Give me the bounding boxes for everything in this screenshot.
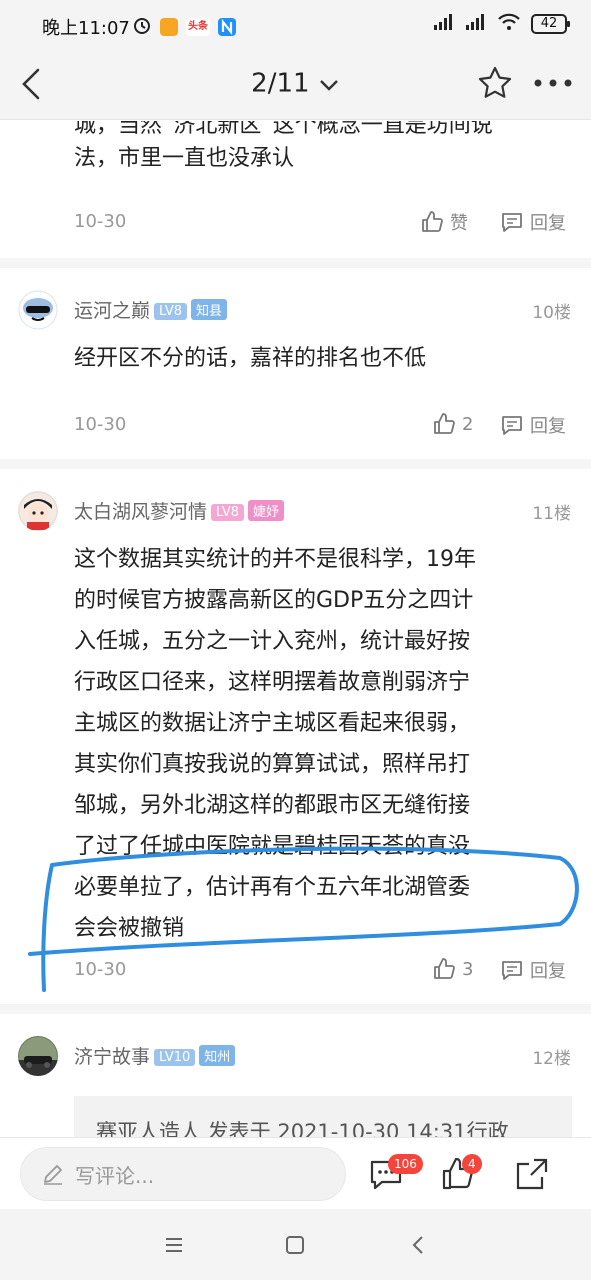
quoted-post[interactable]: 赛亚人造人 发表于 2021-10-30 14:31行政: [74, 1096, 572, 1137]
home-button[interactable]: [284, 1234, 306, 1256]
comment-list[interactable]: 城，当然“济北新区”这个概念一直是坊间说 法，市里一直也没承认 10-30 赞 …: [0, 121, 591, 1137]
level-badge: LV8: [154, 303, 187, 320]
list-item: 运河之巅 LV8 知县 10楼 经开区不分的话，嘉祥的排名也不低 10-30 2 回…: [0, 268, 591, 469]
comment-count-badge: 106: [388, 1154, 423, 1174]
like-button[interactable]: 3: [432, 957, 473, 981]
toutiao-app-icon: 头条: [186, 18, 210, 36]
reply-button[interactable]: 回复: [500, 209, 566, 235]
pencil-icon: [44, 1165, 62, 1185]
more-options-button[interactable]: [532, 68, 574, 98]
floor-number: 12楼: [532, 1049, 571, 1069]
like-button[interactable]: 2: [432, 412, 473, 436]
n-app-icon: [218, 18, 236, 36]
floor-number: 10楼: [532, 303, 571, 323]
star-icon: [478, 66, 512, 98]
share-icon: [516, 1158, 548, 1190]
status-bar: 晚上11:07 头条 42: [0, 0, 591, 48]
post-text-line: 其实你们真按我说的算算试试，照样吊打: [74, 752, 471, 777]
level-badge: LV8: [211, 504, 244, 521]
system-nav-bar: [0, 1209, 591, 1280]
page-indicator: 2/11: [251, 68, 310, 99]
post-text-line: 入任城，五分之一计入兖州，统计最好按: [74, 629, 471, 654]
like-label: 赞: [450, 213, 468, 234]
status-app-icons: 头条: [132, 15, 236, 39]
home-square-icon: [286, 1236, 304, 1254]
post-date: 10-30: [74, 959, 127, 980]
notes-app-icon: [160, 18, 178, 36]
avatar[interactable]: [18, 290, 58, 330]
post-date: 10-30: [74, 414, 127, 435]
reply-icon: [502, 416, 522, 435]
post-date: 10-30: [74, 211, 127, 232]
post-text-line: 法，市里一直也没承认: [74, 146, 295, 171]
like-count: 2: [462, 413, 474, 435]
thumb-up-icon: [434, 413, 455, 434]
status-indicators: 42: [433, 13, 570, 35]
post-text: 这个数据其实统计的并不是很科学，19年 的时候官方披露高新区的GDP五分之四计 …: [74, 539, 574, 949]
post-text-line: 邹城，另外北湖这样的都跟市区无缝衔接: [74, 793, 471, 818]
wifi-icon: [497, 13, 521, 35]
status-time: 晚上11:07: [42, 18, 130, 39]
user-info: 济宁故事 LV10 知州: [74, 1042, 236, 1069]
system-back-button[interactable]: [408, 1234, 430, 1256]
username[interactable]: 运河之巅: [74, 300, 150, 322]
user-info: 运河之巅 LV8 知县: [74, 296, 228, 323]
thumb-up-icon: [434, 958, 455, 979]
share-button[interactable]: [514, 1156, 550, 1192]
reply-label: 回复: [530, 961, 566, 982]
alarm-icon: [132, 15, 152, 39]
reply-label: 回复: [530, 213, 566, 234]
post-text: 经开区不分的话，嘉祥的排名也不低: [74, 346, 427, 371]
post-text-line: 主城区的数据让济宁主城区看起来很弱，: [74, 711, 471, 736]
like-count-badge: 4: [462, 1154, 482, 1174]
reply-label: 回复: [530, 416, 566, 437]
avatar[interactable]: [18, 1036, 58, 1076]
floor-number: 11楼: [532, 504, 571, 524]
reply-button[interactable]: 回复: [500, 957, 566, 983]
favorite-button[interactable]: [476, 64, 514, 102]
comment-placeholder: 写评论...: [75, 1163, 155, 1188]
post-text-line: 的时候官方披露高新区的GDP五分之四计: [74, 588, 474, 613]
username[interactable]: 济宁故事: [74, 1046, 150, 1068]
reply-icon: [502, 961, 522, 980]
post-text-line: 会会被撤销: [74, 916, 185, 941]
level-badge: LV10: [154, 1049, 196, 1066]
thumb-up-icon: [422, 211, 443, 232]
title-badge: 知州: [199, 1045, 236, 1066]
back-chevron-icon: [412, 1236, 423, 1254]
user-info: 太白湖风蓼河情 LV8 婕妤: [74, 497, 285, 524]
post-text-line: 这个数据其实统计的并不是很科学，19年: [74, 547, 476, 572]
signal-icon: [433, 13, 455, 35]
like-button[interactable]: 赞: [420, 209, 468, 235]
list-item: 济宁故事 LV10 知州 12楼 赛亚人造人 发表于 2021-10-30 14:3…: [0, 1014, 591, 1137]
top-nav-bar: 2/11: [0, 48, 591, 120]
menu-button[interactable]: [163, 1234, 185, 1256]
username[interactable]: 太白湖风蓼河情: [74, 501, 207, 523]
comment-input[interactable]: 写评论...: [20, 1147, 346, 1201]
battery-indicator: 42: [531, 14, 570, 34]
title-badge: 婕妤: [248, 500, 285, 521]
post-text-line: 行政区口径来，这样明摆着故意削弱济宁: [74, 670, 471, 695]
quote-text: 赛亚人造人 发表于 2021-10-30 14:31行政: [96, 1120, 509, 1137]
bottom-action-bar: 写评论... 106 4: [0, 1137, 591, 1209]
reply-icon: [502, 213, 522, 232]
signal-icon-2: [465, 13, 487, 35]
chevron-down-icon: [318, 69, 340, 99]
list-item: 城，当然“济北新区”这个概念一直是坊间说 法，市里一直也没承认 10-30 赞 …: [0, 121, 591, 268]
like-count: 3: [462, 958, 474, 980]
reply-button[interactable]: 回复: [500, 412, 566, 438]
avatar[interactable]: [18, 491, 58, 531]
list-item: 太白湖风蓼河情 LV8 婕妤 11楼 这个数据其实统计的并不是很科学，19年 的时候…: [0, 469, 591, 1014]
title-badge: 知县: [191, 299, 228, 320]
more-dots-icon: [534, 79, 572, 87]
post-text-line: 必要单拉了，估计再有个五六年北湖管委: [74, 875, 471, 900]
menu-icon: [166, 1238, 182, 1252]
post-text-line: 了过了任城中医院就是碧桂园天荟的真没: [74, 834, 471, 859]
